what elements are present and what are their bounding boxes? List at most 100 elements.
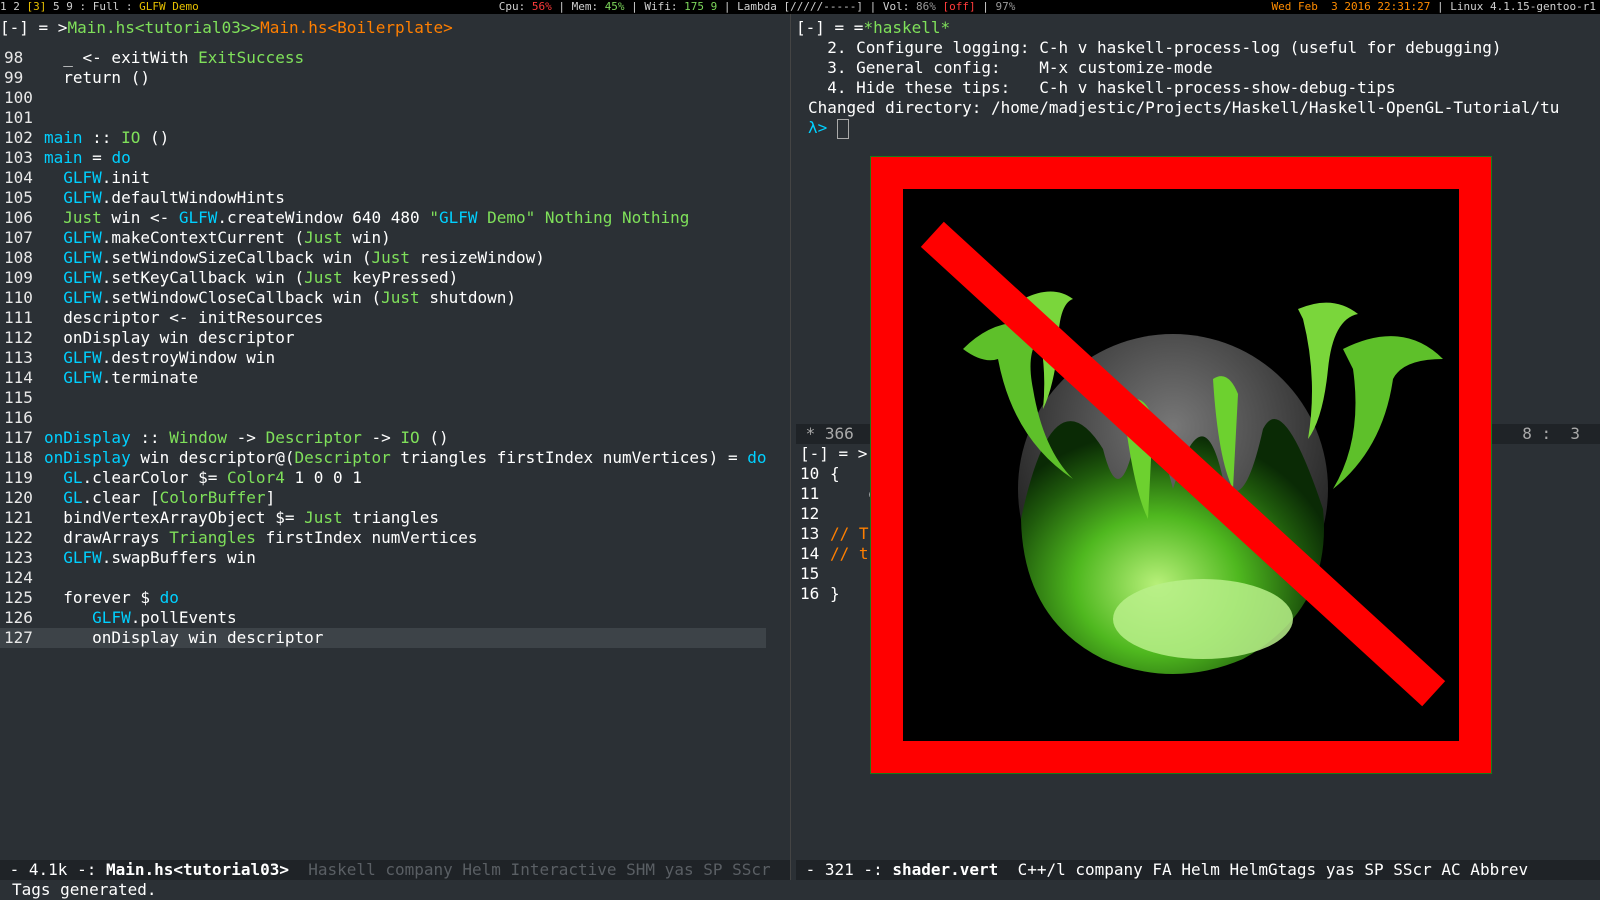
line-number: 101 [4, 108, 33, 127]
code-text[interactable]: // T [830, 524, 869, 543]
code-text[interactable]: main :: IO () [44, 128, 169, 147]
line-number: 115 [4, 388, 33, 407]
code-line[interactable]: 123 GLFW.swapBuffers win [0, 548, 766, 568]
repl-prompt-line[interactable]: λ> [808, 118, 849, 139]
code-text[interactable]: GLFW.setWindowCloseCallback win (Just sh… [44, 288, 516, 307]
code-line[interactable]: 110 GLFW.setWindowCloseCallback win (Jus… [0, 288, 766, 308]
code-line[interactable]: 114 GLFW.terminate [0, 368, 766, 388]
code-text[interactable]: // t [830, 544, 869, 563]
text-cursor [836, 118, 849, 139]
code-line[interactable]: 111 descriptor <- initResources [0, 308, 766, 328]
code-line[interactable]: 117 onDisplay :: Window -> Descriptor -> … [0, 428, 766, 448]
code-line[interactable]: 101 [0, 108, 766, 128]
breadcrumb-function[interactable]: Main.hs<Boilerplate> [260, 18, 453, 37]
code-line[interactable]: 100 [0, 88, 766, 108]
shader-code-line[interactable]: 15 u [800, 564, 878, 584]
active-workspace[interactable]: [3] [27, 0, 47, 13]
code-text[interactable]: onDisplay win descriptor@(Descriptor tri… [44, 448, 766, 467]
code-line[interactable]: 113 GLFW.destroyWindow win [0, 348, 766, 368]
repl-modeline-position: 8 : 3 [1522, 424, 1580, 443]
code-text[interactable]: GLFW.pollEvents [44, 608, 237, 627]
shader-code-line[interactable]: 12 [800, 504, 878, 524]
code-line[interactable]: 104 GLFW.init [0, 168, 766, 188]
code-text[interactable]: } [830, 584, 840, 603]
code-line[interactable]: 103 main = do [0, 148, 766, 168]
code-text[interactable]: onDisplay win descriptor [44, 628, 323, 647]
right-modeline-buffer[interactable]: shader.vert [892, 860, 998, 879]
code-text[interactable]: GLFW.makeContextCurrent (Just win) [44, 228, 391, 247]
code-line[interactable]: 126 GLFW.pollEvents [0, 608, 766, 628]
code-line[interactable]: 125 forever $ do [0, 588, 766, 608]
code-line[interactable]: 122 drawArrays Triangles firstIndex numV… [0, 528, 766, 548]
code-text[interactable]: GLFW.setKeyCallback win (Just keyPressed… [44, 268, 458, 287]
echo-area: Tags generated. [0, 880, 1600, 900]
line-number: 116 [4, 408, 33, 427]
code-text[interactable]: GLFW.init [44, 168, 150, 187]
code-text[interactable]: GLFW.defaultWindowHints [44, 188, 285, 207]
code-line[interactable]: 105 GLFW.defaultWindowHints [0, 188, 766, 208]
wifi-label: | Wifi: [624, 0, 685, 13]
repl-buffer-name[interactable]: *haskell* [863, 18, 950, 37]
workspace-list[interactable]: 1 2 [0, 0, 27, 13]
shader-code-line[interactable]: 11 g [800, 484, 878, 504]
code-text[interactable]: onDisplay :: Window -> Descriptor -> IO … [44, 428, 449, 447]
code-line[interactable]: 107 GLFW.makeContextCurrent (Just win) [0, 228, 766, 248]
glfw-demo-window[interactable] [870, 156, 1492, 774]
code-line[interactable]: 115 [0, 388, 766, 408]
code-text[interactable]: GLFW.setWindowSizeCallback win (Just res… [44, 248, 545, 267]
code-line[interactable]: 112 onDisplay win descriptor [0, 328, 766, 348]
code-text[interactable]: drawArrays Triangles firstIndex numVerti… [44, 528, 477, 547]
code-line[interactable]: 124 [0, 568, 766, 588]
render-canvas[interactable] [903, 189, 1459, 741]
code-line[interactable]: 102 main :: IO () [0, 128, 766, 148]
status-bar: 1 2 [3] 5 9 : Full : GLFW Demo Cpu: 56% |… [0, 0, 1600, 14]
left-modeline-buffer[interactable]: Main.hs<tutorial03> [106, 860, 289, 879]
line-number: 10 [800, 464, 820, 483]
workspace-list-rest: 5 9 : Full : [46, 0, 140, 13]
line-number: 100 [4, 88, 33, 107]
window-title: GLFW Demo [139, 0, 199, 13]
code-line[interactable]: 120 GL.clear [ColorBuffer] [0, 488, 766, 508]
code-text[interactable]: GLFW.swapBuffers win [44, 548, 256, 567]
shader-code-line[interactable]: 16} [800, 584, 878, 604]
editor-pane-left[interactable]: [-] = >Main.hs<tutorial03>>Main.hs<Boile… [0, 14, 790, 862]
code-text[interactable]: GLFW.terminate [44, 368, 198, 387]
code-text[interactable]: Just win <- GLFW.createWindow 640 480 "G… [44, 208, 689, 227]
code-text[interactable]: _ <- exitWith ExitSuccess [44, 48, 304, 67]
code-text[interactable]: GL.clearColor $= Color4 1 0 0 1 [44, 468, 362, 487]
code-text[interactable]: main = do [44, 148, 131, 167]
code-line[interactable]: 109 GLFW.setKeyCallback win (Just keyPre… [0, 268, 766, 288]
code-line[interactable]: 116 [0, 408, 766, 428]
code-text[interactable]: bindVertexArrayObject $= Just triangles [44, 508, 439, 527]
code-line[interactable]: 108 GLFW.setWindowSizeCallback win (Just… [0, 248, 766, 268]
code-text[interactable]: GLFW.destroyWindow win [44, 348, 275, 367]
code-line[interactable]: 118 onDisplay win descriptor@(Descriptor … [0, 448, 766, 468]
line-number: 123 [4, 548, 33, 567]
code-line[interactable]: 119 GL.clearColor $= Color4 1 0 0 1 [0, 468, 766, 488]
cpu-value: 56% [531, 0, 552, 13]
repl-header-line: [-] = =*haskell* [796, 18, 950, 38]
code-text[interactable]: return () [44, 68, 150, 87]
code-area[interactable]: 98 _ <- exitWith ExitSuccess 99 return ()… [0, 48, 767, 648]
line-number: 108 [4, 248, 33, 267]
shader-code-area[interactable]: 10 {11 g 12 13 // T 14 // t 15 u 16} [800, 464, 878, 604]
code-line[interactable]: 106 Just win <- GLFW.createWindow 640 48… [0, 208, 766, 228]
line-number: 109 [4, 268, 33, 287]
code-text[interactable]: onDisplay win descriptor [44, 328, 294, 347]
shader-code-line[interactable]: 10 { [800, 464, 878, 484]
shader-code-line[interactable]: 13 // T [800, 524, 878, 544]
code-line[interactable]: 127 onDisplay win descriptor [0, 628, 767, 648]
code-text[interactable]: forever $ do [44, 588, 179, 607]
breadcrumb-separator: > [250, 18, 261, 37]
line-number: 107 [4, 228, 33, 247]
code-text[interactable]: { [830, 464, 840, 483]
code-text[interactable]: GL.clear [ColorBuffer] [44, 488, 275, 507]
code-line[interactable]: 98 _ <- exitWith ExitSuccess [0, 48, 766, 68]
code-line[interactable]: 121 bindVertexArrayObject $= Just triang… [0, 508, 766, 528]
code-text[interactable]: descriptor <- initResources [44, 308, 323, 327]
repl-output-line: 4. Hide these tips: C-h v haskell-proces… [808, 78, 1396, 97]
shader-code-line[interactable]: 14 // t [800, 544, 878, 564]
line-number: 102 [4, 128, 33, 147]
code-line[interactable]: 99 return () [0, 68, 766, 88]
breadcrumb-file[interactable]: Main.hs<tutorial03> [67, 18, 250, 37]
